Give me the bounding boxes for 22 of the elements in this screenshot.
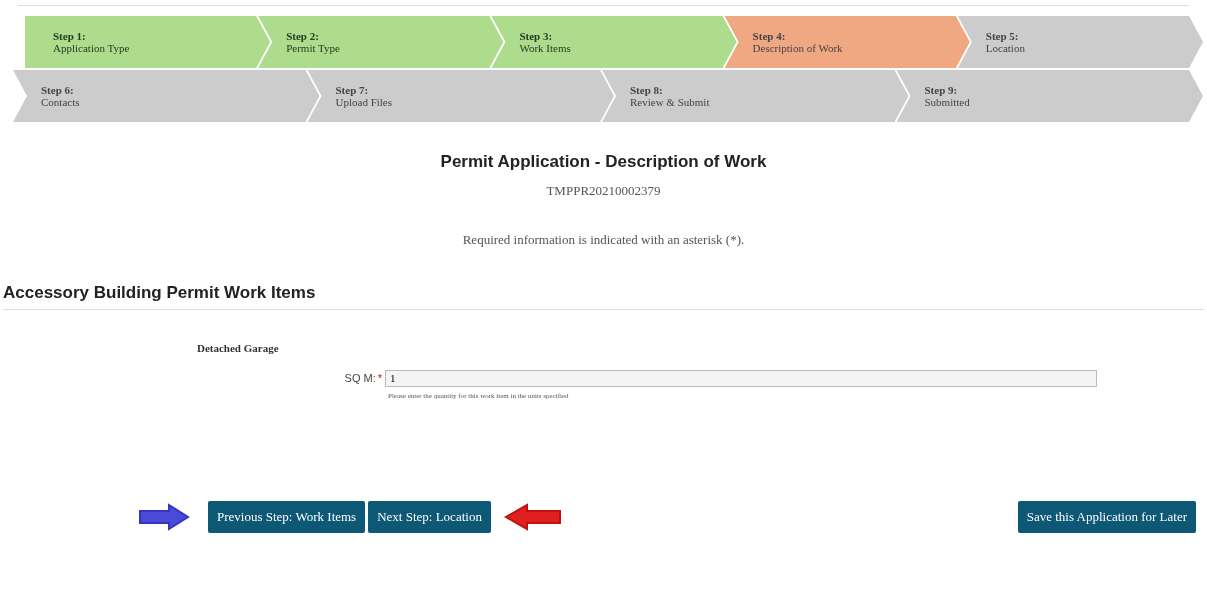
page-title: Permit Application - Description of Work: [439, 151, 768, 173]
section-title: Accessory Building Permit Work Items: [3, 281, 317, 304]
save-for-later-button[interactable]: Save this Application for Later: [1017, 501, 1196, 533]
previous-step-button[interactable]: Previous Step: Work Items: [208, 501, 366, 533]
step-tab[interactable]: Step 9: Submitted: [896, 70, 1203, 122]
step-tab[interactable]: Step 5: Location: [957, 16, 1203, 68]
step-tab[interactable]: Step 4: Description of Work: [724, 16, 970, 68]
left-arrow-icon: [502, 503, 563, 531]
work-item-name: Detached Garage: [197, 341, 280, 356]
step-tab[interactable]: Step 1: Application Type: [25, 16, 271, 68]
record-number: TMPPR20210002379: [545, 181, 662, 200]
step-tab[interactable]: Step 6: Contacts: [13, 70, 320, 122]
quantity-input[interactable]: 1: [385, 369, 1097, 387]
next-step-button[interactable]: Next Step: Location: [368, 501, 491, 533]
step-tab[interactable]: Step 3: Work Items: [491, 16, 737, 68]
field-label: SQ M:: [344, 370, 376, 386]
step-tab[interactable]: Step 7: Upload Files: [307, 70, 614, 122]
step-tab[interactable]: Step 2: Permit Type: [258, 16, 504, 68]
right-arrow-icon: [137, 503, 191, 531]
step-tab[interactable]: Step 8: Review & Submit: [602, 70, 909, 122]
required-note: Required information is indicated with an asterisk (*).: [461, 231, 746, 249]
required-asterisk: *: [377, 370, 382, 386]
